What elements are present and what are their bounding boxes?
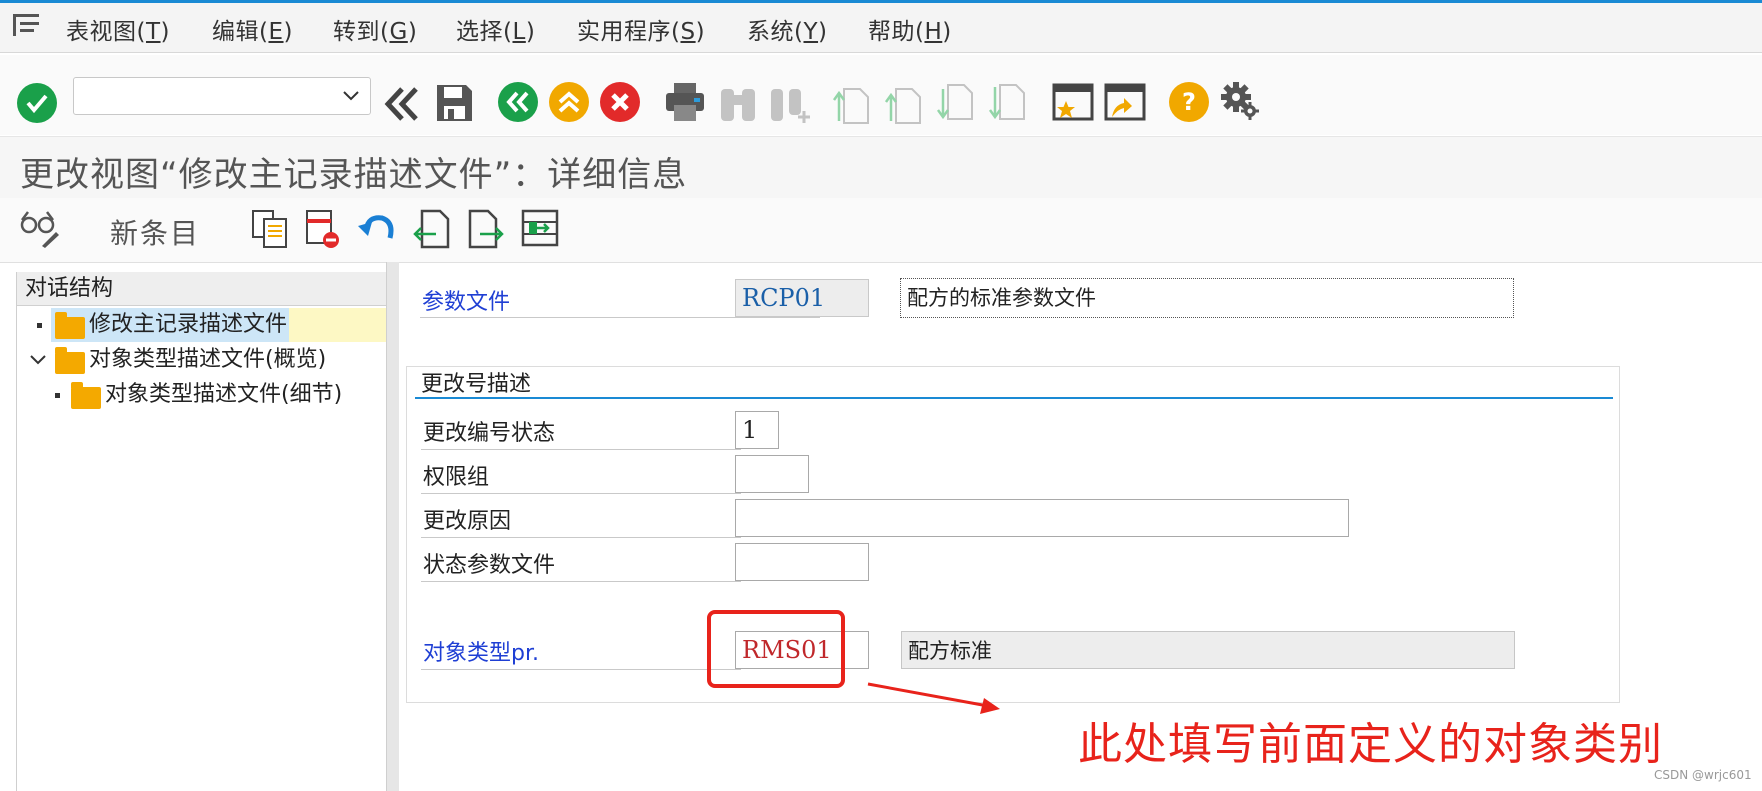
tree-bullet-icon (55, 393, 60, 398)
change-status-label: 更改编号状态 (423, 421, 556, 446)
menu-selection[interactable]: 选择(L) (456, 12, 535, 46)
folder-icon (55, 347, 85, 374)
cancel-icon[interactable] (600, 82, 640, 122)
tree-item-object-type-detail[interactable]: 对象类型描述文件(细节) (17, 378, 387, 412)
field-underline (420, 317, 820, 318)
object-type-description: 配方标准 (901, 631, 1515, 669)
param-file-description: 配方的标准参数文件 (900, 278, 1514, 318)
copy-as-icon[interactable] (250, 208, 290, 248)
change-reason-label: 更改原因 (423, 509, 512, 534)
settings-gear-icon[interactable] (1220, 81, 1262, 123)
annotation-highlight-box (707, 610, 845, 688)
undo-icon[interactable] (358, 210, 398, 248)
help-icon[interactable]: ? (1169, 82, 1209, 122)
previous-entry-icon[interactable] (412, 208, 452, 250)
back-icon[interactable] (498, 82, 538, 122)
param-file-label: 参数文件 (422, 290, 511, 315)
standard-toolbar: ? (0, 55, 1762, 135)
tree-header: 对话结构 (17, 272, 387, 306)
print-icon[interactable] (664, 81, 706, 123)
last-page-icon[interactable] (988, 81, 1028, 125)
annotation-text: 此处填写前面定义的对象类别 (1078, 719, 1663, 770)
auth-group-field[interactable] (735, 455, 809, 493)
panel-splitter[interactable] (386, 262, 399, 791)
previous-page-icon[interactable] (884, 81, 924, 125)
tree-bullet-icon (37, 323, 42, 328)
tree-item-object-type-overview[interactable]: 对象类型描述文件(概览) (17, 343, 387, 377)
watermark: CSDN @wrjc601 (1654, 768, 1752, 782)
menu-table-view[interactable]: 表视图(T) (66, 12, 170, 46)
object-type-label: 对象类型pr. (423, 641, 539, 666)
page-title: 更改视图“修改主记录描述文件”：详细信息 (20, 155, 688, 195)
new-entries-button[interactable]: 新条目 (110, 212, 200, 252)
menu-toggle-icon[interactable] (12, 12, 42, 38)
menu-help[interactable]: 帮助(H) (868, 12, 952, 46)
first-page-icon[interactable] (832, 81, 872, 125)
tree-item-master-record-profile[interactable]: 修改主记录描述文件 (17, 308, 387, 342)
delete-icon[interactable] (304, 208, 344, 250)
next-page-icon[interactable] (936, 81, 976, 125)
tree-item-label: 对象类型描述文件(概览) (89, 347, 327, 372)
enter-check-icon[interactable] (17, 83, 57, 123)
change-status-field[interactable]: 1 (735, 411, 779, 449)
exit-icon[interactable] (549, 82, 589, 122)
field-underline (421, 493, 741, 494)
chevron-down-icon[interactable] (342, 89, 360, 103)
dialog-structure-panel: 对话结构 修改主记录描述文件 对象类型描述文件(概览) 对象类型描述文件(细节) (16, 272, 388, 791)
chevron-down-icon[interactable] (29, 353, 47, 367)
tree-item-label: 修改主记录描述文件 (89, 312, 288, 337)
next-entry-icon[interactable] (466, 208, 506, 250)
menu-utilities[interactable]: 实用程序(S) (577, 12, 705, 46)
folder-icon (71, 382, 101, 409)
field-underline (421, 449, 741, 450)
application-toolbar: 新条目 (0, 198, 1762, 263)
menu-bar: 表视图(T) 编辑(E) 转到(G) 选择(L) 实用程序(S) 系统(Y) 帮… (0, 0, 1762, 53)
change-number-group: 更改号描述 更改编号状态 1 权限组 更改原因 状态参数文件 对象类型pr. R… (406, 366, 1620, 703)
menu-system[interactable]: 系统(Y) (747, 12, 828, 46)
create-session-icon[interactable] (1052, 81, 1094, 123)
double-left-icon[interactable] (382, 85, 422, 123)
group-title-rule (415, 397, 1613, 399)
annotation-arrow-icon (867, 682, 1000, 714)
find-icon[interactable] (718, 81, 758, 123)
auth-group-label: 权限组 (423, 465, 490, 490)
command-field[interactable] (73, 77, 371, 115)
field-underline (421, 537, 741, 538)
title-bar: 更改视图“修改主记录描述文件”：详细信息 (0, 136, 1762, 199)
status-profile-field[interactable] (735, 543, 869, 581)
select-block-icon[interactable] (520, 208, 560, 250)
menu-edit[interactable]: 编辑(E) (212, 12, 293, 46)
open-folder-icon (55, 312, 85, 339)
field-underline (421, 581, 741, 582)
menu-goto[interactable]: 转到(G) (333, 12, 417, 46)
change-reason-field[interactable] (735, 499, 1349, 537)
field-underline (421, 669, 741, 670)
status-profile-label: 状态参数文件 (423, 553, 556, 578)
display-change-glasses-icon[interactable] (20, 208, 60, 248)
save-icon[interactable] (434, 82, 474, 124)
tree-item-label: 对象类型描述文件(细节) (105, 382, 343, 407)
param-file-field[interactable]: RCP01 (735, 279, 869, 317)
find-next-icon[interactable] (768, 81, 812, 125)
create-shortcut-icon[interactable] (1104, 81, 1146, 123)
